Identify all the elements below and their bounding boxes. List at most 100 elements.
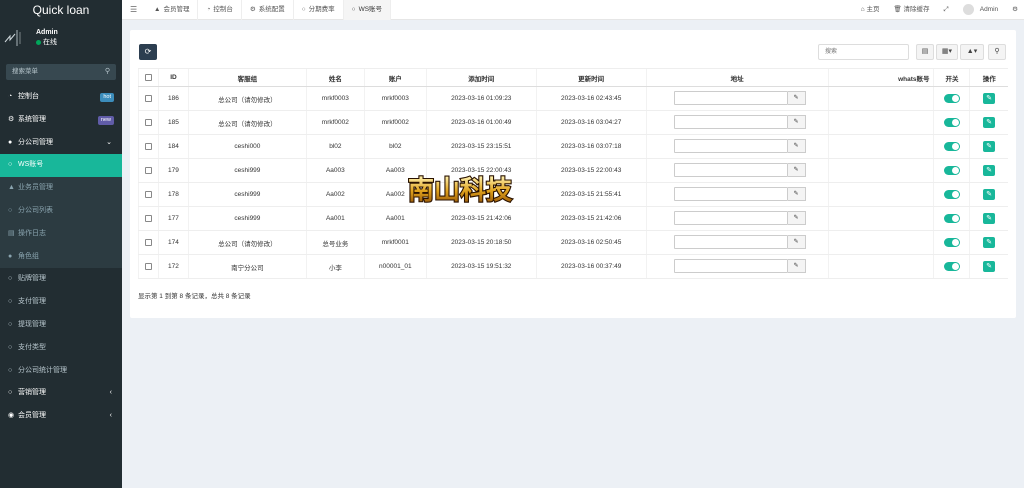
sidebar-item-ws-account[interactable]: ○ WS账号 bbox=[0, 154, 122, 178]
status-toggle[interactable] bbox=[943, 118, 960, 127]
sidebar-item-branch-list[interactable]: ○ 分公司列表 bbox=[0, 199, 122, 223]
column-header[interactable]: 账户 bbox=[363, 68, 427, 87]
link-icon[interactable]: ✎ bbox=[787, 186, 806, 201]
cell-group: 总公司（请勿修改） bbox=[187, 110, 307, 135]
cell-actions: ✎ bbox=[969, 206, 1008, 231]
menu-toggle-icon[interactable]: ☰ bbox=[130, 0, 137, 20]
column-header[interactable]: 地址 bbox=[645, 68, 829, 87]
sidebar-item-branch-stats[interactable]: ○ 分公司统计管理 bbox=[0, 360, 122, 383]
address-input[interactable] bbox=[673, 186, 788, 201]
link-icon[interactable]: ✎ bbox=[787, 162, 806, 177]
sidebar-search-input[interactable]: 搜索菜单 ⚲ bbox=[6, 64, 116, 80]
refresh-button[interactable]: ⟳ bbox=[139, 44, 157, 60]
edit-button[interactable]: ✎ bbox=[983, 117, 996, 128]
tab-dashboard[interactable]: ◔ 控制台 bbox=[198, 0, 242, 20]
tab-members[interactable]: ▲ 会员管理 bbox=[146, 0, 199, 20]
export-button[interactable]: ▲▾ bbox=[960, 44, 984, 60]
column-header[interactable]: 姓名 bbox=[305, 68, 365, 87]
status-toggle[interactable] bbox=[943, 214, 960, 223]
address-input[interactable] bbox=[673, 258, 788, 273]
edit-button[interactable]: ✎ bbox=[983, 93, 996, 104]
sidebar-item-members[interactable]: ◉ 会员管理 ‹ bbox=[0, 405, 122, 428]
select-all-checkbox[interactable] bbox=[144, 73, 152, 81]
edit-button[interactable]: ✎ bbox=[983, 189, 996, 200]
sidebar-item-label: WS账号 bbox=[18, 161, 44, 169]
column-header[interactable]: 添加时间 bbox=[425, 68, 537, 87]
column-header[interactable]: 更新时间 bbox=[535, 68, 647, 87]
tab-label: WS账号 bbox=[358, 6, 383, 13]
address-group: ✎ bbox=[673, 258, 806, 273]
cell-account: mrkf0003 bbox=[363, 86, 427, 111]
row-checkbox[interactable] bbox=[144, 190, 152, 198]
edit-button[interactable]: ✎ bbox=[983, 165, 996, 176]
fullscreen-icon[interactable]: ⤢ bbox=[944, 0, 949, 20]
sidebar-item-marketing[interactable]: ○ 营销管理 ‹ bbox=[0, 382, 122, 405]
clear-cache-button[interactable]: 🗑 清除缓存 bbox=[893, 0, 929, 20]
clear-cache-label: 清除缓存 bbox=[903, 6, 930, 13]
link-icon[interactable]: ✎ bbox=[787, 138, 806, 153]
search-icon[interactable]: ⚲ bbox=[105, 64, 110, 80]
edit-button[interactable]: ✎ bbox=[983, 261, 996, 272]
address-input[interactable] bbox=[673, 138, 788, 153]
status-toggle[interactable] bbox=[943, 166, 960, 175]
row-checkbox[interactable] bbox=[144, 214, 152, 222]
sidebar-item-withdraw[interactable]: ○ 提现管理 bbox=[0, 314, 122, 337]
sidebar-item-branch[interactable]: ● 分公司管理 ⌄ bbox=[0, 132, 122, 155]
row-checkbox[interactable] bbox=[144, 118, 152, 126]
row-checkbox[interactable] bbox=[144, 238, 152, 246]
row-checkbox[interactable] bbox=[144, 166, 152, 174]
address-group: ✎ bbox=[673, 210, 806, 225]
columns-button[interactable]: ▦▾ bbox=[936, 44, 958, 60]
link-icon[interactable]: ✎ bbox=[787, 210, 806, 225]
tab-system-config[interactable]: ⚙ 系统配置 bbox=[242, 0, 294, 20]
row-checkbox[interactable] bbox=[144, 94, 152, 102]
advanced-search-button[interactable]: ⚲ bbox=[988, 44, 1006, 60]
cell-name: Aa002 bbox=[305, 182, 365, 207]
sidebar-item-roles[interactable]: ● 角色组 bbox=[0, 245, 122, 269]
edit-button[interactable]: ✎ bbox=[983, 213, 996, 224]
toggle-view-button[interactable]: ▤ bbox=[916, 44, 934, 60]
sidebar-item-dashboard[interactable]: ◔ 控制台 hot bbox=[0, 86, 122, 109]
status-toggle[interactable] bbox=[943, 238, 960, 247]
status-toggle[interactable] bbox=[943, 262, 960, 271]
sidebar-item-system[interactable]: ⚙ 系统管理 new bbox=[0, 109, 122, 132]
status-toggle[interactable] bbox=[943, 142, 960, 151]
cell-switch bbox=[933, 182, 970, 207]
settings-icon[interactable]: ⚙ bbox=[1012, 0, 1018, 20]
status-toggle[interactable] bbox=[943, 190, 960, 199]
edit-button[interactable]: ✎ bbox=[983, 141, 996, 152]
link-icon[interactable]: ✎ bbox=[787, 258, 806, 273]
status-toggle[interactable] bbox=[943, 94, 960, 103]
online-dot-icon bbox=[36, 39, 41, 45]
tab-installment-rate[interactable]: ○ 分期费率 bbox=[294, 0, 344, 20]
link-icon[interactable]: ✎ bbox=[787, 114, 806, 129]
column-header[interactable]: ID bbox=[157, 68, 189, 87]
column-header[interactable]: 操作 bbox=[969, 68, 1008, 87]
address-input[interactable] bbox=[673, 234, 788, 249]
admin-label: Admin bbox=[979, 6, 999, 13]
sidebar-item-salesman[interactable]: ▲ 业务员管理 bbox=[0, 177, 122, 200]
address-input[interactable] bbox=[673, 210, 788, 225]
column-header[interactable]: whats账号 bbox=[827, 68, 934, 87]
row-checkbox[interactable] bbox=[144, 262, 152, 270]
address-input[interactable] bbox=[673, 162, 788, 177]
sidebar-item-oem[interactable]: ○ 贴牌管理 bbox=[0, 268, 122, 291]
home-link[interactable]: ⌂ 主页 bbox=[861, 0, 880, 20]
app-logo[interactable]: Quick loan bbox=[0, 0, 122, 20]
sidebar-item-pay-type[interactable]: ○ 支付类型 bbox=[0, 337, 122, 360]
column-header[interactable]: 客服组 bbox=[187, 68, 307, 87]
circle-icon: ○ bbox=[8, 366, 13, 374]
row-checkbox[interactable] bbox=[144, 142, 152, 150]
link-icon[interactable]: ✎ bbox=[787, 90, 806, 105]
tab-ws-account[interactable]: ○ WS账号 bbox=[343, 0, 392, 20]
user-menu[interactable]: Admin bbox=[962, 0, 999, 20]
search-input[interactable] bbox=[818, 44, 909, 60]
address-input[interactable] bbox=[673, 114, 788, 129]
address-input[interactable] bbox=[673, 90, 788, 105]
edit-button[interactable]: ✎ bbox=[983, 237, 996, 248]
sidebar-item-payment[interactable]: ○ 支付管理 bbox=[0, 291, 122, 314]
column-header[interactable]: 开关 bbox=[933, 68, 970, 87]
gear-icon: ⚙ bbox=[249, 6, 256, 13]
link-icon[interactable]: ✎ bbox=[787, 234, 806, 249]
sidebar-item-logs[interactable]: ▤ 操作日志 bbox=[0, 222, 122, 246]
